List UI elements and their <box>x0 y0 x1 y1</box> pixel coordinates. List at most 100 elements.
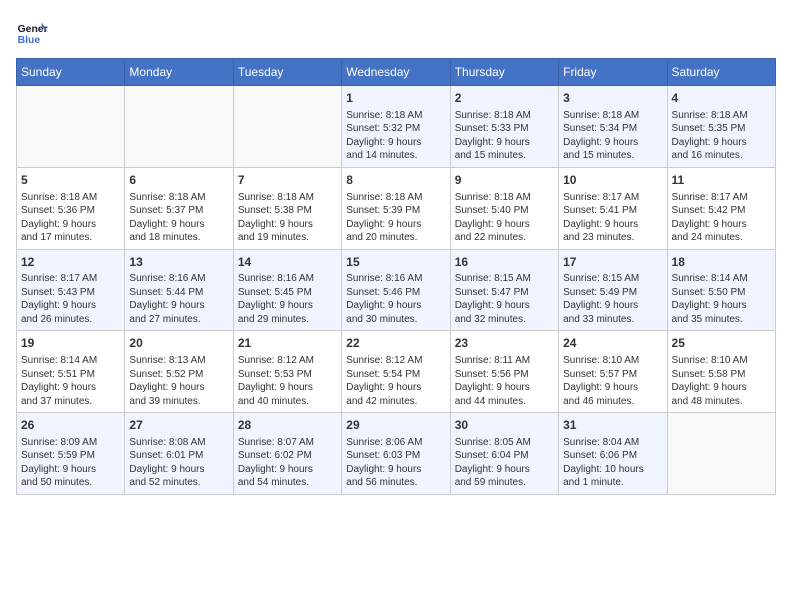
day-number: 23 <box>455 335 554 352</box>
day-info: Sunrise: 8:18 AM Sunset: 5:32 PM Dayligh… <box>346 109 445 163</box>
calendar-cell: 25 Sunrise: 8:10 AM Sunset: 5:58 PM Dayli… <box>667 331 775 413</box>
day-number: 18 <box>672 254 771 271</box>
day-info: Sunrise: 8:12 AM Sunset: 5:53 PM Dayligh… <box>238 354 337 408</box>
day-info: Sunrise: 8:08 AM Sunset: 6:01 PM Dayligh… <box>129 436 228 490</box>
weekday-header-monday: Monday <box>125 59 233 86</box>
calendar-cell: 11 Sunrise: 8:17 AM Sunset: 5:42 PM Dayli… <box>667 167 775 249</box>
day-number: 31 <box>563 417 662 434</box>
day-number: 10 <box>563 172 662 189</box>
day-number: 8 <box>346 172 445 189</box>
calendar-week-2: 5 Sunrise: 8:18 AM Sunset: 5:36 PM Daylig… <box>17 167 776 249</box>
day-info: Sunrise: 8:09 AM Sunset: 5:59 PM Dayligh… <box>21 436 120 490</box>
calendar-cell: 20 Sunrise: 8:13 AM Sunset: 5:52 PM Dayli… <box>125 331 233 413</box>
day-info: Sunrise: 8:15 AM Sunset: 5:47 PM Dayligh… <box>455 272 554 326</box>
day-info: Sunrise: 8:06 AM Sunset: 6:03 PM Dayligh… <box>346 436 445 490</box>
day-info: Sunrise: 8:18 AM Sunset: 5:36 PM Dayligh… <box>21 191 120 245</box>
calendar-week-4: 19 Sunrise: 8:14 AM Sunset: 5:51 PM Dayli… <box>17 331 776 413</box>
calendar-cell: 13Sunrise: 8:16 AM Sunset: 5:44 PM Dayli… <box>125 249 233 331</box>
day-info: Sunrise: 8:07 AM Sunset: 6:02 PM Dayligh… <box>238 436 337 490</box>
calendar-cell: 14Sunrise: 8:16 AM Sunset: 5:45 PM Dayli… <box>233 249 341 331</box>
day-number: 15 <box>346 254 445 271</box>
weekday-header-sunday: Sunday <box>17 59 125 86</box>
day-number: 13 <box>129 254 228 271</box>
day-number: 11 <box>672 172 771 189</box>
calendar-cell: 19 Sunrise: 8:14 AM Sunset: 5:51 PM Dayli… <box>17 331 125 413</box>
day-number: 30 <box>455 417 554 434</box>
weekday-header-tuesday: Tuesday <box>233 59 341 86</box>
day-number: 9 <box>455 172 554 189</box>
calendar-cell <box>125 86 233 168</box>
calendar-cell: 15Sunrise: 8:16 AM Sunset: 5:46 PM Dayli… <box>342 249 450 331</box>
calendar-cell: 26Sunrise: 8:09 AM Sunset: 5:59 PM Dayli… <box>17 413 125 495</box>
calendar-cell: 24 Sunrise: 8:10 AM Sunset: 5:57 PM Dayli… <box>559 331 667 413</box>
logo: General Blue <box>16 16 48 48</box>
day-info: Sunrise: 8:17 AM Sunset: 5:42 PM Dayligh… <box>672 191 771 245</box>
day-number: 22 <box>346 335 445 352</box>
day-info: Sunrise: 8:16 AM Sunset: 5:45 PM Dayligh… <box>238 272 337 326</box>
day-info: Sunrise: 8:18 AM Sunset: 5:33 PM Dayligh… <box>455 109 554 163</box>
calendar-cell: 2 Sunrise: 8:18 AM Sunset: 5:33 PM Daylig… <box>450 86 558 168</box>
day-number: 28 <box>238 417 337 434</box>
day-number: 16 <box>455 254 554 271</box>
day-number: 3 <box>563 90 662 107</box>
calendar-cell: 16Sunrise: 8:15 AM Sunset: 5:47 PM Dayli… <box>450 249 558 331</box>
day-number: 20 <box>129 335 228 352</box>
day-info: Sunrise: 8:15 AM Sunset: 5:49 PM Dayligh… <box>563 272 662 326</box>
weekday-header-friday: Friday <box>559 59 667 86</box>
calendar-cell <box>233 86 341 168</box>
calendar-cell: 10 Sunrise: 8:17 AM Sunset: 5:41 PM Dayli… <box>559 167 667 249</box>
day-number: 19 <box>21 335 120 352</box>
page-header: General Blue <box>16 16 776 48</box>
calendar-cell: 4 Sunrise: 8:18 AM Sunset: 5:35 PM Daylig… <box>667 86 775 168</box>
day-info: Sunrise: 8:11 AM Sunset: 5:56 PM Dayligh… <box>455 354 554 408</box>
calendar-cell: 5 Sunrise: 8:18 AM Sunset: 5:36 PM Daylig… <box>17 167 125 249</box>
day-number: 12 <box>21 254 120 271</box>
calendar-table: SundayMondayTuesdayWednesdayThursdayFrid… <box>16 58 776 495</box>
day-number: 24 <box>563 335 662 352</box>
calendar-cell: 17Sunrise: 8:15 AM Sunset: 5:49 PM Dayli… <box>559 249 667 331</box>
calendar-week-1: 1Sunrise: 8:18 AM Sunset: 5:32 PM Daylig… <box>17 86 776 168</box>
calendar-cell: 18Sunrise: 8:14 AM Sunset: 5:50 PM Dayli… <box>667 249 775 331</box>
day-info: Sunrise: 8:18 AM Sunset: 5:39 PM Dayligh… <box>346 191 445 245</box>
calendar-cell: 31 Sunrise: 8:04 AM Sunset: 6:06 PM Dayli… <box>559 413 667 495</box>
day-number: 4 <box>672 90 771 107</box>
calendar-cell: 1Sunrise: 8:18 AM Sunset: 5:32 PM Daylig… <box>342 86 450 168</box>
day-info: Sunrise: 8:05 AM Sunset: 6:04 PM Dayligh… <box>455 436 554 490</box>
logo-icon: General Blue <box>16 16 48 48</box>
day-info: Sunrise: 8:18 AM Sunset: 5:37 PM Dayligh… <box>129 191 228 245</box>
weekday-header-saturday: Saturday <box>667 59 775 86</box>
day-number: 21 <box>238 335 337 352</box>
day-info: Sunrise: 8:10 AM Sunset: 5:57 PM Dayligh… <box>563 354 662 408</box>
day-number: 7 <box>238 172 337 189</box>
day-info: Sunrise: 8:14 AM Sunset: 5:51 PM Dayligh… <box>21 354 120 408</box>
day-info: Sunrise: 8:16 AM Sunset: 5:46 PM Dayligh… <box>346 272 445 326</box>
day-number: 27 <box>129 417 228 434</box>
day-info: Sunrise: 8:18 AM Sunset: 5:38 PM Dayligh… <box>238 191 337 245</box>
calendar-cell: 9 Sunrise: 8:18 AM Sunset: 5:40 PM Daylig… <box>450 167 558 249</box>
calendar-cell <box>667 413 775 495</box>
calendar-cell: 30 Sunrise: 8:05 AM Sunset: 6:04 PM Dayli… <box>450 413 558 495</box>
day-info: Sunrise: 8:10 AM Sunset: 5:58 PM Dayligh… <box>672 354 771 408</box>
day-number: 5 <box>21 172 120 189</box>
day-info: Sunrise: 8:14 AM Sunset: 5:50 PM Dayligh… <box>672 272 771 326</box>
day-info: Sunrise: 8:04 AM Sunset: 6:06 PM Dayligh… <box>563 436 662 490</box>
calendar-cell: 29Sunrise: 8:06 AM Sunset: 6:03 PM Dayli… <box>342 413 450 495</box>
weekday-header-thursday: Thursday <box>450 59 558 86</box>
day-number: 2 <box>455 90 554 107</box>
calendar-cell: 8 Sunrise: 8:18 AM Sunset: 5:39 PM Daylig… <box>342 167 450 249</box>
calendar-cell: 23 Sunrise: 8:11 AM Sunset: 5:56 PM Dayli… <box>450 331 558 413</box>
day-info: Sunrise: 8:18 AM Sunset: 5:34 PM Dayligh… <box>563 109 662 163</box>
day-number: 6 <box>129 172 228 189</box>
calendar-cell: 3 Sunrise: 8:18 AM Sunset: 5:34 PM Daylig… <box>559 86 667 168</box>
calendar-cell: 28 Sunrise: 8:07 AM Sunset: 6:02 PM Dayli… <box>233 413 341 495</box>
calendar-cell: 6 Sunrise: 8:18 AM Sunset: 5:37 PM Daylig… <box>125 167 233 249</box>
svg-text:Blue: Blue <box>18 35 41 46</box>
day-info: Sunrise: 8:18 AM Sunset: 5:40 PM Dayligh… <box>455 191 554 245</box>
day-number: 17 <box>563 254 662 271</box>
day-info: Sunrise: 8:17 AM Sunset: 5:41 PM Dayligh… <box>563 191 662 245</box>
calendar-cell: 27 Sunrise: 8:08 AM Sunset: 6:01 PM Dayli… <box>125 413 233 495</box>
calendar-header: SundayMondayTuesdayWednesdayThursdayFrid… <box>17 59 776 86</box>
day-info: Sunrise: 8:13 AM Sunset: 5:52 PM Dayligh… <box>129 354 228 408</box>
day-info: Sunrise: 8:18 AM Sunset: 5:35 PM Dayligh… <box>672 109 771 163</box>
day-number: 25 <box>672 335 771 352</box>
